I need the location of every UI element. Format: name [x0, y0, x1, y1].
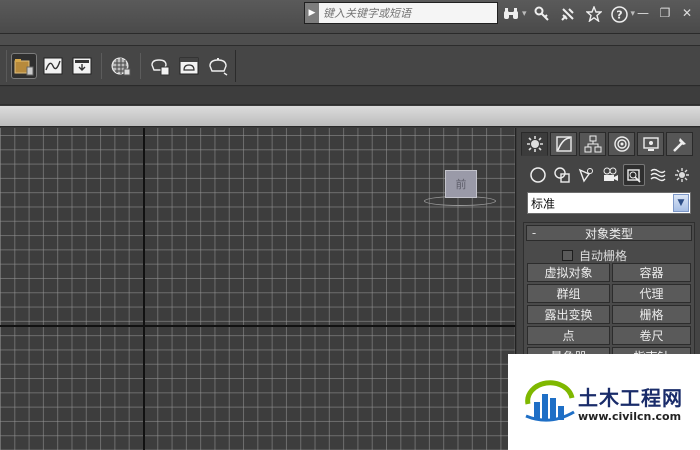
create-tab-icon[interactable]	[521, 132, 548, 156]
watermark-brand: 土木工程网	[578, 386, 683, 410]
help-dropdown-icon[interactable]: ▾	[631, 9, 636, 19]
toolbar-separator	[101, 53, 102, 79]
motion-tab-icon[interactable]	[608, 132, 635, 156]
lights-icon[interactable]	[575, 164, 597, 186]
hierarchy-tab-icon[interactable]	[579, 132, 606, 156]
object-type-buttons: 虚拟对象 容器 群组 代理 露出变换 栅格 点 卷尺 量角器 指南针	[527, 263, 691, 366]
category-dropdown[interactable]: 标准 ▼	[527, 192, 691, 214]
chevron-down-icon[interactable]: ▼	[673, 194, 689, 212]
autogrid-option[interactable]: 自动栅格	[562, 247, 627, 264]
tape-button[interactable]: 卷尺	[612, 326, 691, 345]
scene-explorer-icon[interactable]	[11, 53, 37, 79]
dummy-button[interactable]: 虚拟对象	[527, 263, 610, 282]
svg-text:?: ?	[616, 8, 622, 21]
toolbar-separator	[140, 53, 141, 79]
expose-transform-button[interactable]: 露出变换	[527, 305, 610, 324]
geometry-icon[interactable]	[527, 164, 549, 186]
key-icon[interactable]	[531, 4, 553, 24]
rollout-header[interactable]: - 对象类型	[526, 225, 692, 241]
cameras-icon[interactable]	[599, 164, 621, 186]
search-expand-arrow[interactable]: ▶	[305, 3, 319, 23]
proxy-button[interactable]: 代理	[612, 284, 691, 303]
render-frame-icon[interactable]	[147, 53, 173, 79]
space-warps-icon[interactable]	[647, 164, 669, 186]
civilcn-logo-icon	[525, 380, 575, 422]
star-icon[interactable]	[583, 4, 605, 24]
systems-icon[interactable]	[671, 164, 693, 186]
render-iterative-icon[interactable]	[205, 53, 231, 79]
title-bar: ▶ ▾ ? ▾ — ❐ ✕	[0, 0, 700, 34]
minimize-button[interactable]: —	[636, 6, 650, 20]
group-button[interactable]: 群组	[527, 284, 610, 303]
watermark-url: www.civilcn.com	[578, 410, 682, 423]
binoculars-dropdown-icon[interactable]: ▾	[522, 9, 527, 19]
search-input[interactable]	[319, 4, 497, 22]
close-button[interactable]: ✕	[680, 6, 694, 20]
curve-editor-icon[interactable]	[40, 53, 66, 79]
help-icon[interactable]: ?	[609, 4, 631, 24]
grid-axis-vertical	[143, 128, 145, 450]
rollout-title: 对象类型	[584, 226, 633, 241]
main-toolbar	[0, 46, 700, 86]
restore-button[interactable]: ❐	[658, 6, 672, 20]
command-panel-tabs	[521, 132, 693, 156]
autogrid-checkbox[interactable]	[562, 250, 573, 261]
viewcube[interactable]: 前	[445, 170, 477, 198]
grid-button[interactable]: 栅格	[612, 305, 691, 324]
ribbon-panel	[0, 106, 700, 127]
shapes-icon[interactable]	[551, 164, 573, 186]
info-center-search: ▶	[304, 2, 498, 24]
grid-axis-horizontal	[0, 325, 515, 327]
display-tab-icon[interactable]	[637, 132, 664, 156]
satellite-icon[interactable]	[557, 4, 579, 24]
binoculars-icon[interactable]	[500, 4, 522, 24]
render-production-icon[interactable]	[176, 53, 202, 79]
viewcube-face-label: 前	[455, 178, 467, 191]
collapse-icon[interactable]: -	[527, 226, 541, 240]
modify-tab-icon[interactable]	[550, 132, 577, 156]
material-editor-icon[interactable]	[108, 53, 134, 79]
menu-strip	[0, 34, 700, 46]
ribbon-strip	[0, 87, 700, 105]
helpers-icon[interactable]	[623, 164, 645, 186]
utilities-tab-icon[interactable]	[666, 132, 693, 156]
dropdown-value: 标准	[531, 196, 556, 211]
render-setup-icon[interactable]	[69, 53, 95, 79]
point-button[interactable]: 点	[527, 326, 610, 345]
create-subtabs	[527, 164, 693, 186]
autogrid-label: 自动栅格	[579, 249, 628, 263]
watermark: 土木工程网 www.civilcn.com	[508, 354, 700, 450]
container-button[interactable]: 容器	[612, 263, 691, 282]
front-viewport[interactable]: 前	[0, 128, 516, 450]
render-tool-group	[6, 50, 236, 82]
